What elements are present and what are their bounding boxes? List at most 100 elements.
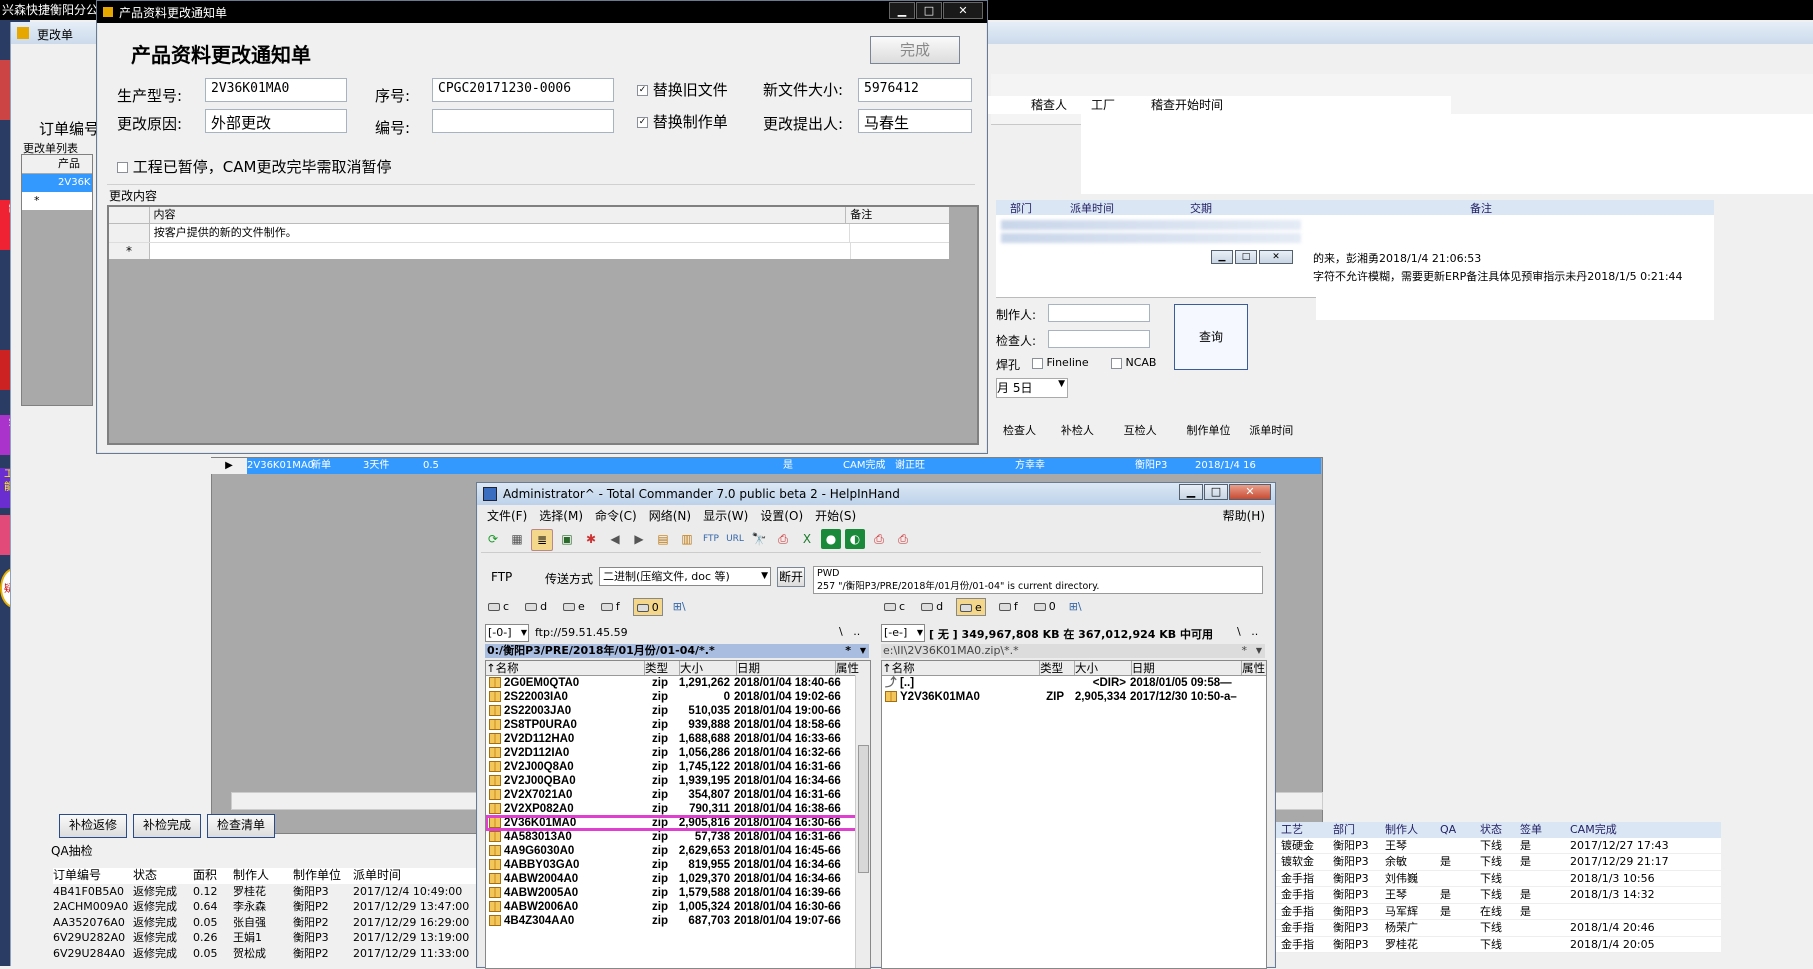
right-table-row[interactable]: 金手指 衡阳P3 罗桂花 下线 2018/1/4 20:05 — [1271, 937, 1721, 953]
lh-date[interactable]: 日期 — [737, 661, 836, 675]
dialog-close-button[interactable]: ✕ — [943, 2, 983, 19]
left-drive-combo[interactable]: [-0-] ▼ — [485, 624, 529, 642]
left-file-row[interactable]: 2V36K01MA0 zip 2,905,816 2018/01/04 16:30-6… — [486, 815, 870, 831]
left-file-row[interactable]: 4B4Z304AA0 zip 687,703 2018/01/04 19:07-66 — [486, 914, 870, 928]
pause-check[interactable]: 工程已暂停，CAM更改完毕需取消暂停 — [117, 156, 391, 177]
tc-menu-select[interactable]: 选择(M) — [533, 507, 589, 525]
left-file-row[interactable]: 2V2XP082A0 zip 790,311 2018/01/04 16:38-66 — [486, 802, 870, 816]
left-file-row[interactable]: 2V2J00QBA0 zip 1,939,195 2018/01/04 16:34-6… — [486, 774, 870, 788]
thumbnail-icon[interactable]: ▣ — [557, 529, 577, 549]
tc-menu-file[interactable]: 文件(F) — [477, 507, 533, 525]
ncab-check[interactable]: NCAB — [1111, 356, 1156, 369]
right-file-row[interactable]: ⤴ [..] <DIR> 2018/01/05 09:58— — [882, 676, 1266, 690]
pdf3-icon[interactable]: ⎙ — [893, 529, 913, 549]
ncab-checkbox[interactable] — [1111, 357, 1122, 369]
qa-row[interactable]: 6V29U282A0 返修完成 0.26 王娟1 衡阳P3 2017/12/29 13:1… — [53, 930, 493, 946]
url-connect-icon[interactable]: URL — [725, 529, 745, 549]
reason-input[interactable]: 外部更改 — [205, 109, 347, 133]
new-size-input[interactable]: 5976412 — [858, 78, 972, 102]
tc-maximize-button[interactable]: □ — [1204, 484, 1228, 500]
right-table-row[interactable]: 金手指 衡阳P3 杨荣广 下线 2018/1/4 20:46 — [1271, 920, 1721, 937]
tc-menu-help[interactable]: 帮助(H) — [1223, 507, 1265, 525]
change-list-row[interactable]: 2V36K — [22, 174, 92, 192]
app-green2-icon[interactable]: ◐ — [845, 529, 865, 549]
tc-menu-view[interactable]: 显示(W) — [697, 507, 754, 525]
query-max-button[interactable]: □ — [1235, 250, 1257, 264]
fineline-checkbox[interactable] — [1032, 357, 1043, 369]
replace-old-check[interactable]: ✓ 替换旧文件 — [637, 79, 728, 100]
right-path-star[interactable]: * — [1242, 644, 1248, 658]
qa-row[interactable]: 4B41F0B5A0 返修完成 0.12 罗桂花 衡阳P3 2017/12/4 10:49… — [53, 884, 493, 900]
left-file-row[interactable]: 2G0EM0QTA0 zip 1,291,262 2018/01/04 18:40-6… — [486, 676, 870, 690]
right-table-row[interactable]: 镀软金 衡阳P3 余敏 是 下线 是 2017/12/29 21:17 — [1271, 854, 1721, 871]
chevron-down-icon[interactable]: ▼ — [1058, 379, 1065, 389]
proposer-input[interactable]: 马春生 — [858, 109, 972, 133]
right-drive-3[interactable]: f — [996, 598, 1021, 616]
refresh-icon[interactable]: ⟳ — [483, 529, 503, 549]
qa-row[interactable]: 2ACHM009A0 返修完成 0.64 李永森 衡阳P2 2017/12/29 13:4… — [53, 899, 493, 915]
checker-input[interactable] — [1048, 330, 1150, 348]
seq-input[interactable]: CPGC20171230-0006 — [432, 78, 614, 102]
left-drive-3[interactable]: f — [598, 598, 623, 616]
right-root-button[interactable]: \ .. — [1237, 625, 1258, 638]
replace-make-checkbox[interactable]: ✓ — [637, 117, 648, 128]
tc-menu-settings[interactable]: 设置(O) — [754, 507, 809, 525]
left-file-row[interactable]: 2S22003JA0 zip 510,035 2018/01/04 19:00-66 — [486, 704, 870, 718]
dialog-maximize-button[interactable]: □ — [916, 2, 942, 19]
right-drive-2[interactable]: e — [956, 598, 986, 616]
right-file-panel[interactable]: ↑名称 类型 大小 日期 属性 ⤴ [..] <DIR> 2018/01/05 09:… — [881, 660, 1267, 969]
dialog-minimize-button[interactable]: ▁ — [889, 2, 915, 19]
right-table-row[interactable]: 金手指 衡阳P3 马军辉 是 在线 是 — [1271, 904, 1721, 920]
back-icon[interactable]: ◀ — [605, 529, 625, 549]
left-file-row[interactable]: 4A583013A0 zip 57,738 2018/01/04 16:31-66 — [486, 830, 870, 844]
left-file-row[interactable]: 4ABW2005A0 zip 1,579,588 2018/01/04 16:39-6… — [486, 886, 870, 900]
pause-checkbox[interactable] — [117, 162, 128, 173]
left-root-button[interactable]: \ .. — [839, 625, 860, 638]
chevron-down-icon[interactable]: ▼ — [860, 644, 866, 658]
left-drive-2[interactable]: e — [560, 598, 588, 616]
network-icon[interactable]: ⊞\ — [1069, 598, 1082, 616]
right-drive-1[interactable]: d — [918, 598, 946, 616]
disconnect-button[interactable]: 断开 — [777, 567, 805, 587]
unpack-icon[interactable]: ▥ — [677, 529, 697, 549]
change-list-grid[interactable]: 产品 2V36K * — [21, 154, 93, 406]
right-drive-4[interactable]: 0 — [1031, 598, 1059, 616]
app-green-icon[interactable]: ● — [821, 529, 841, 549]
chevron-down-icon[interactable]: ▼ — [521, 625, 527, 641]
query-min-button[interactable]: ▁ — [1211, 250, 1233, 264]
left-path-star[interactable]: * — [845, 644, 851, 658]
left-drive-1[interactable]: d — [522, 598, 550, 616]
fineline-check[interactable]: Fineline — [1032, 356, 1089, 369]
query-close-button[interactable]: ✕ — [1259, 250, 1293, 264]
tc-menu-command[interactable]: 命令(C) — [589, 507, 643, 525]
recheck-done-button[interactable]: 补检完成 — [133, 814, 201, 838]
left-file-row[interactable]: 2V2D112HA0 zip 1,688,688 2018/01/04 16:33-6… — [486, 732, 870, 746]
lh-type[interactable]: 类型 — [645, 661, 680, 675]
transfer-mode-select[interactable]: 二进制(压缩文件, doc 等) ▼ — [599, 567, 771, 586]
grid-row-1[interactable]: 按客户提供的新的文件制作。 — [109, 224, 949, 243]
chevron-down-icon[interactable]: ▼ — [917, 625, 923, 641]
lh-size[interactable]: 大小 — [680, 661, 737, 675]
chevron-down-icon[interactable]: ▼ — [1256, 644, 1262, 658]
selected-row[interactable]: ▶ 2V36K01MA0 新单 3天件 0.5 是 CAM完成 谢正旺 方幸幸 … — [211, 458, 1321, 474]
invert-selection-icon[interactable]: ✱ — [581, 529, 601, 549]
grid-new-row[interactable]: * — [109, 243, 949, 259]
left-file-row[interactable]: 2S22003IA0 zip 0 2018/01/04 19:02-66 — [486, 690, 870, 704]
pdf2-icon[interactable]: ⎙ — [869, 529, 889, 549]
pdf-icon[interactable]: ⎙ — [773, 529, 793, 549]
rh-attr[interactable]: 属性 — [1242, 661, 1266, 675]
date-picker[interactable]: 月 5日 ▼ — [996, 378, 1068, 398]
replace-make-check[interactable]: ✓ 替换制作单 — [637, 111, 728, 132]
check-list-button[interactable]: 检查清单 — [207, 814, 275, 838]
forward-icon[interactable]: ▶ — [629, 529, 649, 549]
code-input[interactable] — [432, 109, 614, 133]
excel-icon[interactable]: X — [797, 529, 817, 549]
right-drive-0[interactable]: c — [881, 598, 908, 616]
lh-name[interactable]: ↑名称 — [486, 661, 645, 675]
qa-row[interactable]: AA352076A0 返修完成 0.05 张自强 衡阳P2 2017/12/29 16:2… — [53, 915, 493, 931]
left-file-panel[interactable]: ↑名称 类型 大小 日期 属性 2G0EM0QTA0 zip 1,291,262 20… — [485, 660, 871, 969]
replace-old-checkbox[interactable]: ✓ — [637, 85, 648, 96]
tc-close-button[interactable]: ✕ — [1229, 484, 1271, 500]
right-table-row[interactable]: 镀硬金 衡阳P3 王琴 下线 是 2017/12/27 17:43 — [1271, 838, 1721, 854]
rh-date[interactable]: 日期 — [1132, 661, 1243, 675]
